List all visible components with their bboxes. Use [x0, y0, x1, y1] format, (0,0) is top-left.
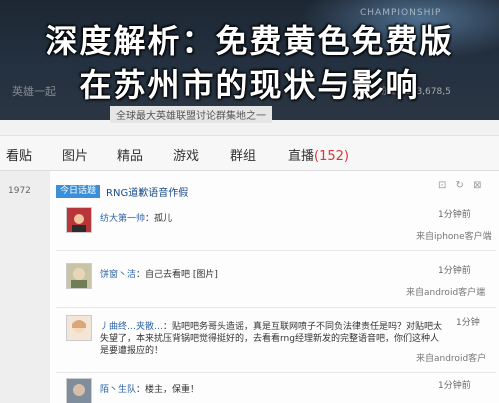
today-topic-badge: 今日话题	[56, 184, 101, 198]
avatar-image-icon	[67, 316, 91, 340]
forum-tab-bar: 看贴 图片 精品 游戏 群组 直播(152)	[0, 135, 499, 171]
reply-username[interactable]: 纺大第一帅	[100, 214, 145, 224]
reply-source: 来自android客户	[416, 354, 487, 364]
reply-time: 1分钟前	[438, 381, 471, 391]
headline-line-2: 在苏州市的现状与影响	[79, 66, 420, 104]
left-sidebar-number: 1972	[8, 186, 31, 196]
reply-source: 来自iphone客户端	[416, 232, 492, 242]
avatar[interactable]	[66, 207, 92, 233]
tab-images[interactable]: 图片	[62, 145, 88, 164]
thread-header: 今日话题 RNG道歉语音作假	[56, 184, 188, 199]
reply-time: 1分钟前	[438, 266, 471, 276]
divider	[56, 250, 496, 251]
avatar[interactable]	[66, 263, 92, 289]
reply-time: 1分钟	[456, 318, 480, 328]
avatar-image-icon	[67, 379, 91, 403]
tab-live[interactable]: 直播(152)	[288, 145, 349, 164]
reply-text: 楼主，保重！	[145, 385, 200, 395]
avatar[interactable]	[66, 378, 92, 403]
reply-text: 自己去看吧 [图片]	[145, 270, 218, 280]
tab-live-label: 直播	[288, 149, 315, 164]
thread-title-link[interactable]: RNG道歉语音作假	[106, 184, 188, 199]
forum-slogan: 全球最大英雄联盟讨论群集地之一	[110, 106, 272, 123]
reply-item: 丿曲终…夹散…：贴吧吧务哥头造谣，真是互联网喷子不同负法律责任是吗？对贴吧太 失…	[56, 315, 496, 370]
reply-line: 纺大第一帅：孤儿	[100, 214, 173, 224]
headline-line-1: 深度解析：免费黄色免费版	[45, 22, 454, 60]
banner-logo: CHAMPIONSHIP	[360, 8, 442, 18]
reply-username[interactable]: 陌丶生队	[100, 385, 136, 395]
reply-time: 1分钟前	[438, 210, 471, 220]
reply-item: 陌丶生队：楼主，保重！ 1分钟前	[56, 378, 496, 403]
reply-text: 孤儿	[154, 214, 173, 224]
divider	[56, 372, 496, 373]
tab-posts[interactable]: 看贴	[6, 145, 32, 164]
avatar[interactable]	[66, 315, 92, 341]
avatar-image-icon	[67, 208, 91, 232]
reply-text-continued: 是要遭报应的！	[100, 346, 164, 356]
thread-tool-icons[interactable]: ⊡ ↻ ⊠	[438, 180, 485, 191]
reply-username[interactable]: 饼窗丶洁	[100, 270, 136, 280]
reply-item: 饼窗丶洁：自己去看吧 [图片] 1分钟前 来自android客户端	[56, 263, 496, 303]
reply-line: 饼窗丶洁：自己去看吧 [图片]	[100, 270, 218, 280]
reply-source: 来自android客户端	[406, 288, 486, 298]
tab-games[interactable]: 游戏	[173, 145, 199, 164]
reply-item: 纺大第一帅：孤儿 1分钟前 来自iphone客户端	[56, 207, 496, 247]
left-sidebar	[0, 171, 50, 403]
reply-line: 陌丶生队：楼主，保重！	[100, 385, 200, 395]
tab-live-count: (152)	[314, 149, 349, 164]
avatar-image-icon	[67, 264, 91, 288]
tab-groups[interactable]: 群组	[230, 145, 256, 164]
divider	[56, 307, 496, 308]
tab-featured[interactable]: 精品	[117, 145, 143, 164]
